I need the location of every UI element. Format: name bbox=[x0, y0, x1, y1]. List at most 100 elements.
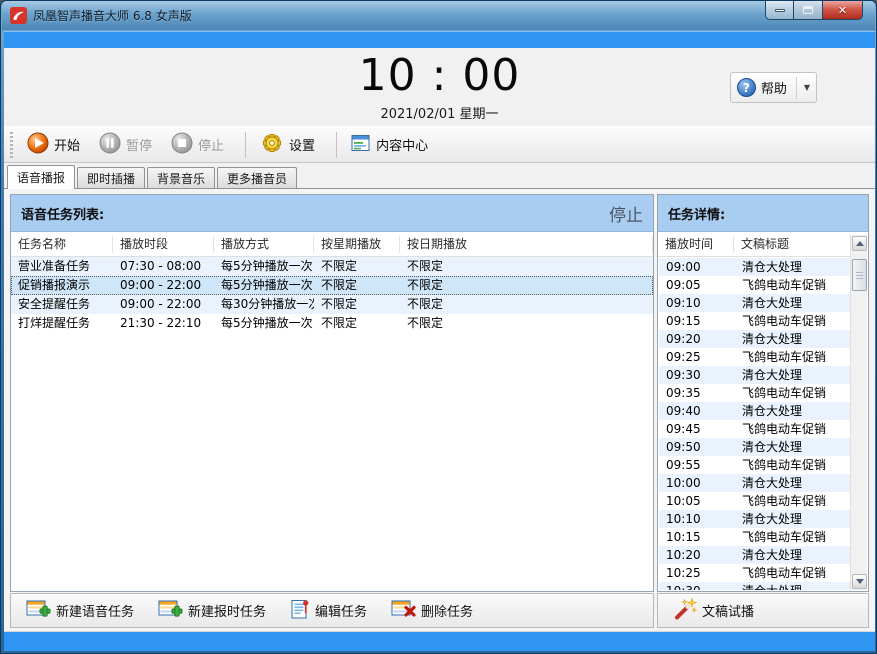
table-row[interactable]: 安全提醒任务 09:00 - 22:00 每30分钟播放一次 不限定 不限定 bbox=[11, 295, 653, 314]
cell-play-time: 10:15 bbox=[659, 528, 735, 546]
scroll-down-button[interactable] bbox=[852, 574, 867, 589]
toolbar: 开始 暂停 停止 设置 内容中心 bbox=[4, 126, 875, 163]
cell-play-time: 09:00 bbox=[659, 258, 735, 276]
toolbar-separator bbox=[245, 132, 246, 158]
cell-script-title: 清仓大处理 bbox=[735, 474, 850, 492]
cell-play-period: 07:30 - 08:00 bbox=[113, 257, 214, 276]
task-list-header: 语音任务列表: 停止 bbox=[11, 195, 653, 232]
clock-date: 2021/02/01 星期一 bbox=[4, 103, 875, 122]
cell-play-time: 10:20 bbox=[659, 546, 735, 564]
list-item[interactable]: 09:40 清仓大处理 bbox=[659, 402, 850, 420]
close-button[interactable]: ✕ bbox=[822, 1, 863, 20]
column-header[interactable]: 按日期播放 bbox=[400, 236, 653, 253]
list-item[interactable]: 09:00 清仓大处理 bbox=[659, 258, 850, 276]
trial-play-label: 文稿试播 bbox=[702, 601, 754, 620]
cell-script-title: 清仓大处理 bbox=[735, 366, 850, 384]
tab[interactable]: 更多播音员 bbox=[217, 167, 297, 188]
list-item[interactable]: 09:15 飞鸽电动车促销 bbox=[659, 312, 850, 330]
cell-script-title: 清仓大处理 bbox=[735, 546, 850, 564]
cell-task-name: 促销播报演示 bbox=[11, 276, 113, 295]
cell-play-time: 10:00 bbox=[659, 474, 735, 492]
clock-area: 10 : 00 2021/02/01 星期一 ? 帮助 ▼ bbox=[4, 48, 875, 126]
content-center-label: 内容中心 bbox=[376, 135, 428, 154]
list-item[interactable]: 09:20 清仓大处理 bbox=[659, 330, 850, 348]
column-header[interactable]: 播放方式 bbox=[214, 236, 314, 253]
content-center-icon bbox=[351, 134, 371, 156]
list-item[interactable]: 10:00 清仓大处理 bbox=[659, 474, 850, 492]
column-header[interactable]: 任务名称 bbox=[11, 236, 113, 253]
delete-task-button[interactable]: 删除任务 bbox=[384, 594, 480, 627]
cell-script-title: 清仓大处理 bbox=[735, 438, 850, 456]
task-table-header: 任务名称 播放时段 播放方式 按星期播放 按日期播放 bbox=[11, 232, 653, 257]
window-controls: ✕ bbox=[765, 1, 863, 20]
scrollbar-thumb[interactable] bbox=[852, 259, 867, 291]
list-item[interactable]: 10:05 飞鸽电动车促销 bbox=[659, 492, 850, 510]
maximize-button[interactable] bbox=[794, 1, 822, 20]
cell-play-mode: 每30分钟播放一次 bbox=[214, 295, 314, 314]
list-item[interactable]: 09:50 清仓大处理 bbox=[659, 438, 850, 456]
task-detail-panel: 任务详情: 播放时间 文稿标题 09:00 清仓大处理 09:05 飞鸽电动车促… bbox=[657, 194, 869, 592]
new-voice-task-button[interactable]: 新建语音任务 bbox=[19, 594, 141, 627]
list-item[interactable]: 09:05 飞鸽电动车促销 bbox=[659, 276, 850, 294]
column-header[interactable]: 文稿标题 bbox=[734, 236, 851, 253]
cell-script-title: 清仓大处理 bbox=[735, 582, 850, 590]
toolbar-grip[interactable] bbox=[10, 132, 13, 158]
list-item[interactable]: 09:25 飞鸽电动车促销 bbox=[659, 348, 850, 366]
list-item[interactable]: 09:55 飞鸽电动车促销 bbox=[659, 456, 850, 474]
table-row[interactable]: 打烊提醒任务 21:30 - 22:10 每5分钟播放一次 不限定 不限定 bbox=[11, 314, 653, 333]
stop-button[interactable]: 停止 bbox=[165, 128, 233, 161]
close-icon: ✕ bbox=[838, 4, 847, 17]
table-row[interactable]: 营业准备任务 07:30 - 08:00 每5分钟播放一次 不限定 不限定 bbox=[11, 257, 653, 276]
list-item[interactable]: 10:25 飞鸽电动车促销 bbox=[659, 564, 850, 582]
sheet-plus-icon bbox=[26, 598, 51, 623]
list-item[interactable]: 09:45 飞鸽电动车促销 bbox=[659, 420, 850, 438]
cell-weekday-rule: 不限定 bbox=[314, 314, 400, 333]
list-item[interactable]: 10:20 清仓大处理 bbox=[659, 546, 850, 564]
app-icon bbox=[10, 7, 27, 24]
edit-list-icon bbox=[290, 598, 310, 623]
help-button[interactable]: ? 帮助 ▼ bbox=[730, 72, 817, 103]
tab[interactable]: 背景音乐 bbox=[147, 167, 215, 188]
cell-script-title: 清仓大处理 bbox=[735, 294, 850, 312]
toolbar-separator bbox=[336, 132, 337, 158]
column-header[interactable]: 按星期播放 bbox=[314, 236, 400, 253]
task-table-body: 营业准备任务 07:30 - 08:00 每5分钟播放一次 不限定 不限定 促销… bbox=[11, 257, 653, 333]
cell-play-time: 10:10 bbox=[659, 510, 735, 528]
column-header[interactable]: 播放时段 bbox=[113, 236, 214, 253]
trial-play-button[interactable]: 文稿试播 bbox=[666, 593, 761, 628]
cell-task-name: 打烊提醒任务 bbox=[11, 314, 113, 333]
bottom-accent-bar bbox=[4, 631, 875, 651]
start-button[interactable]: 开始 bbox=[21, 128, 89, 161]
cell-play-time: 09:50 bbox=[659, 438, 735, 456]
minimize-button[interactable] bbox=[765, 1, 794, 20]
list-item[interactable]: 09:30 清仓大处理 bbox=[659, 366, 850, 384]
cell-play-time: 09:40 bbox=[659, 402, 735, 420]
task-detail-header: 任务详情: bbox=[658, 195, 868, 232]
list-item[interactable]: 09:10 清仓大处理 bbox=[659, 294, 850, 312]
stop-icon bbox=[171, 132, 193, 157]
stop-label: 停止 bbox=[198, 135, 224, 154]
list-item[interactable]: 10:15 飞鸽电动车促销 bbox=[659, 528, 850, 546]
content-center-button[interactable]: 内容中心 bbox=[345, 130, 437, 160]
edit-task-button[interactable]: 编辑任务 bbox=[283, 594, 374, 627]
titlebar[interactable]: 凤凰智声播音大师 6.8 女声版 ✕ bbox=[2, 1, 875, 30]
cell-script-title: 飞鸽电动车促销 bbox=[735, 276, 850, 294]
cell-play-time: 09:15 bbox=[659, 312, 735, 330]
chevron-down-icon[interactable]: ▼ bbox=[804, 83, 810, 92]
cell-script-title: 飞鸽电动车促销 bbox=[735, 384, 850, 402]
pause-button[interactable]: 暂停 bbox=[93, 128, 161, 161]
scrollbar[interactable] bbox=[850, 235, 867, 590]
list-item[interactable]: 10:30 清仓大处理 bbox=[659, 582, 850, 590]
column-header[interactable]: 播放时间 bbox=[658, 236, 734, 253]
scroll-up-button[interactable] bbox=[852, 236, 867, 251]
settings-button[interactable]: 设置 bbox=[254, 127, 324, 162]
new-time-task-label: 新建报时任务 bbox=[188, 601, 266, 620]
list-item[interactable]: 10:10 清仓大处理 bbox=[659, 510, 850, 528]
tab[interactable]: 即时插播 bbox=[77, 167, 145, 188]
list-item[interactable]: 09:35 飞鸽电动车促销 bbox=[659, 384, 850, 402]
cell-script-title: 飞鸽电动车促销 bbox=[735, 456, 850, 474]
tab[interactable]: 语音播报 bbox=[7, 165, 75, 189]
new-time-task-button[interactable]: 新建报时任务 bbox=[151, 594, 273, 627]
table-row[interactable]: 促销播报演示 09:00 - 22:00 每5分钟播放一次 不限定 不限定 bbox=[11, 276, 653, 295]
gear-icon bbox=[260, 131, 284, 158]
